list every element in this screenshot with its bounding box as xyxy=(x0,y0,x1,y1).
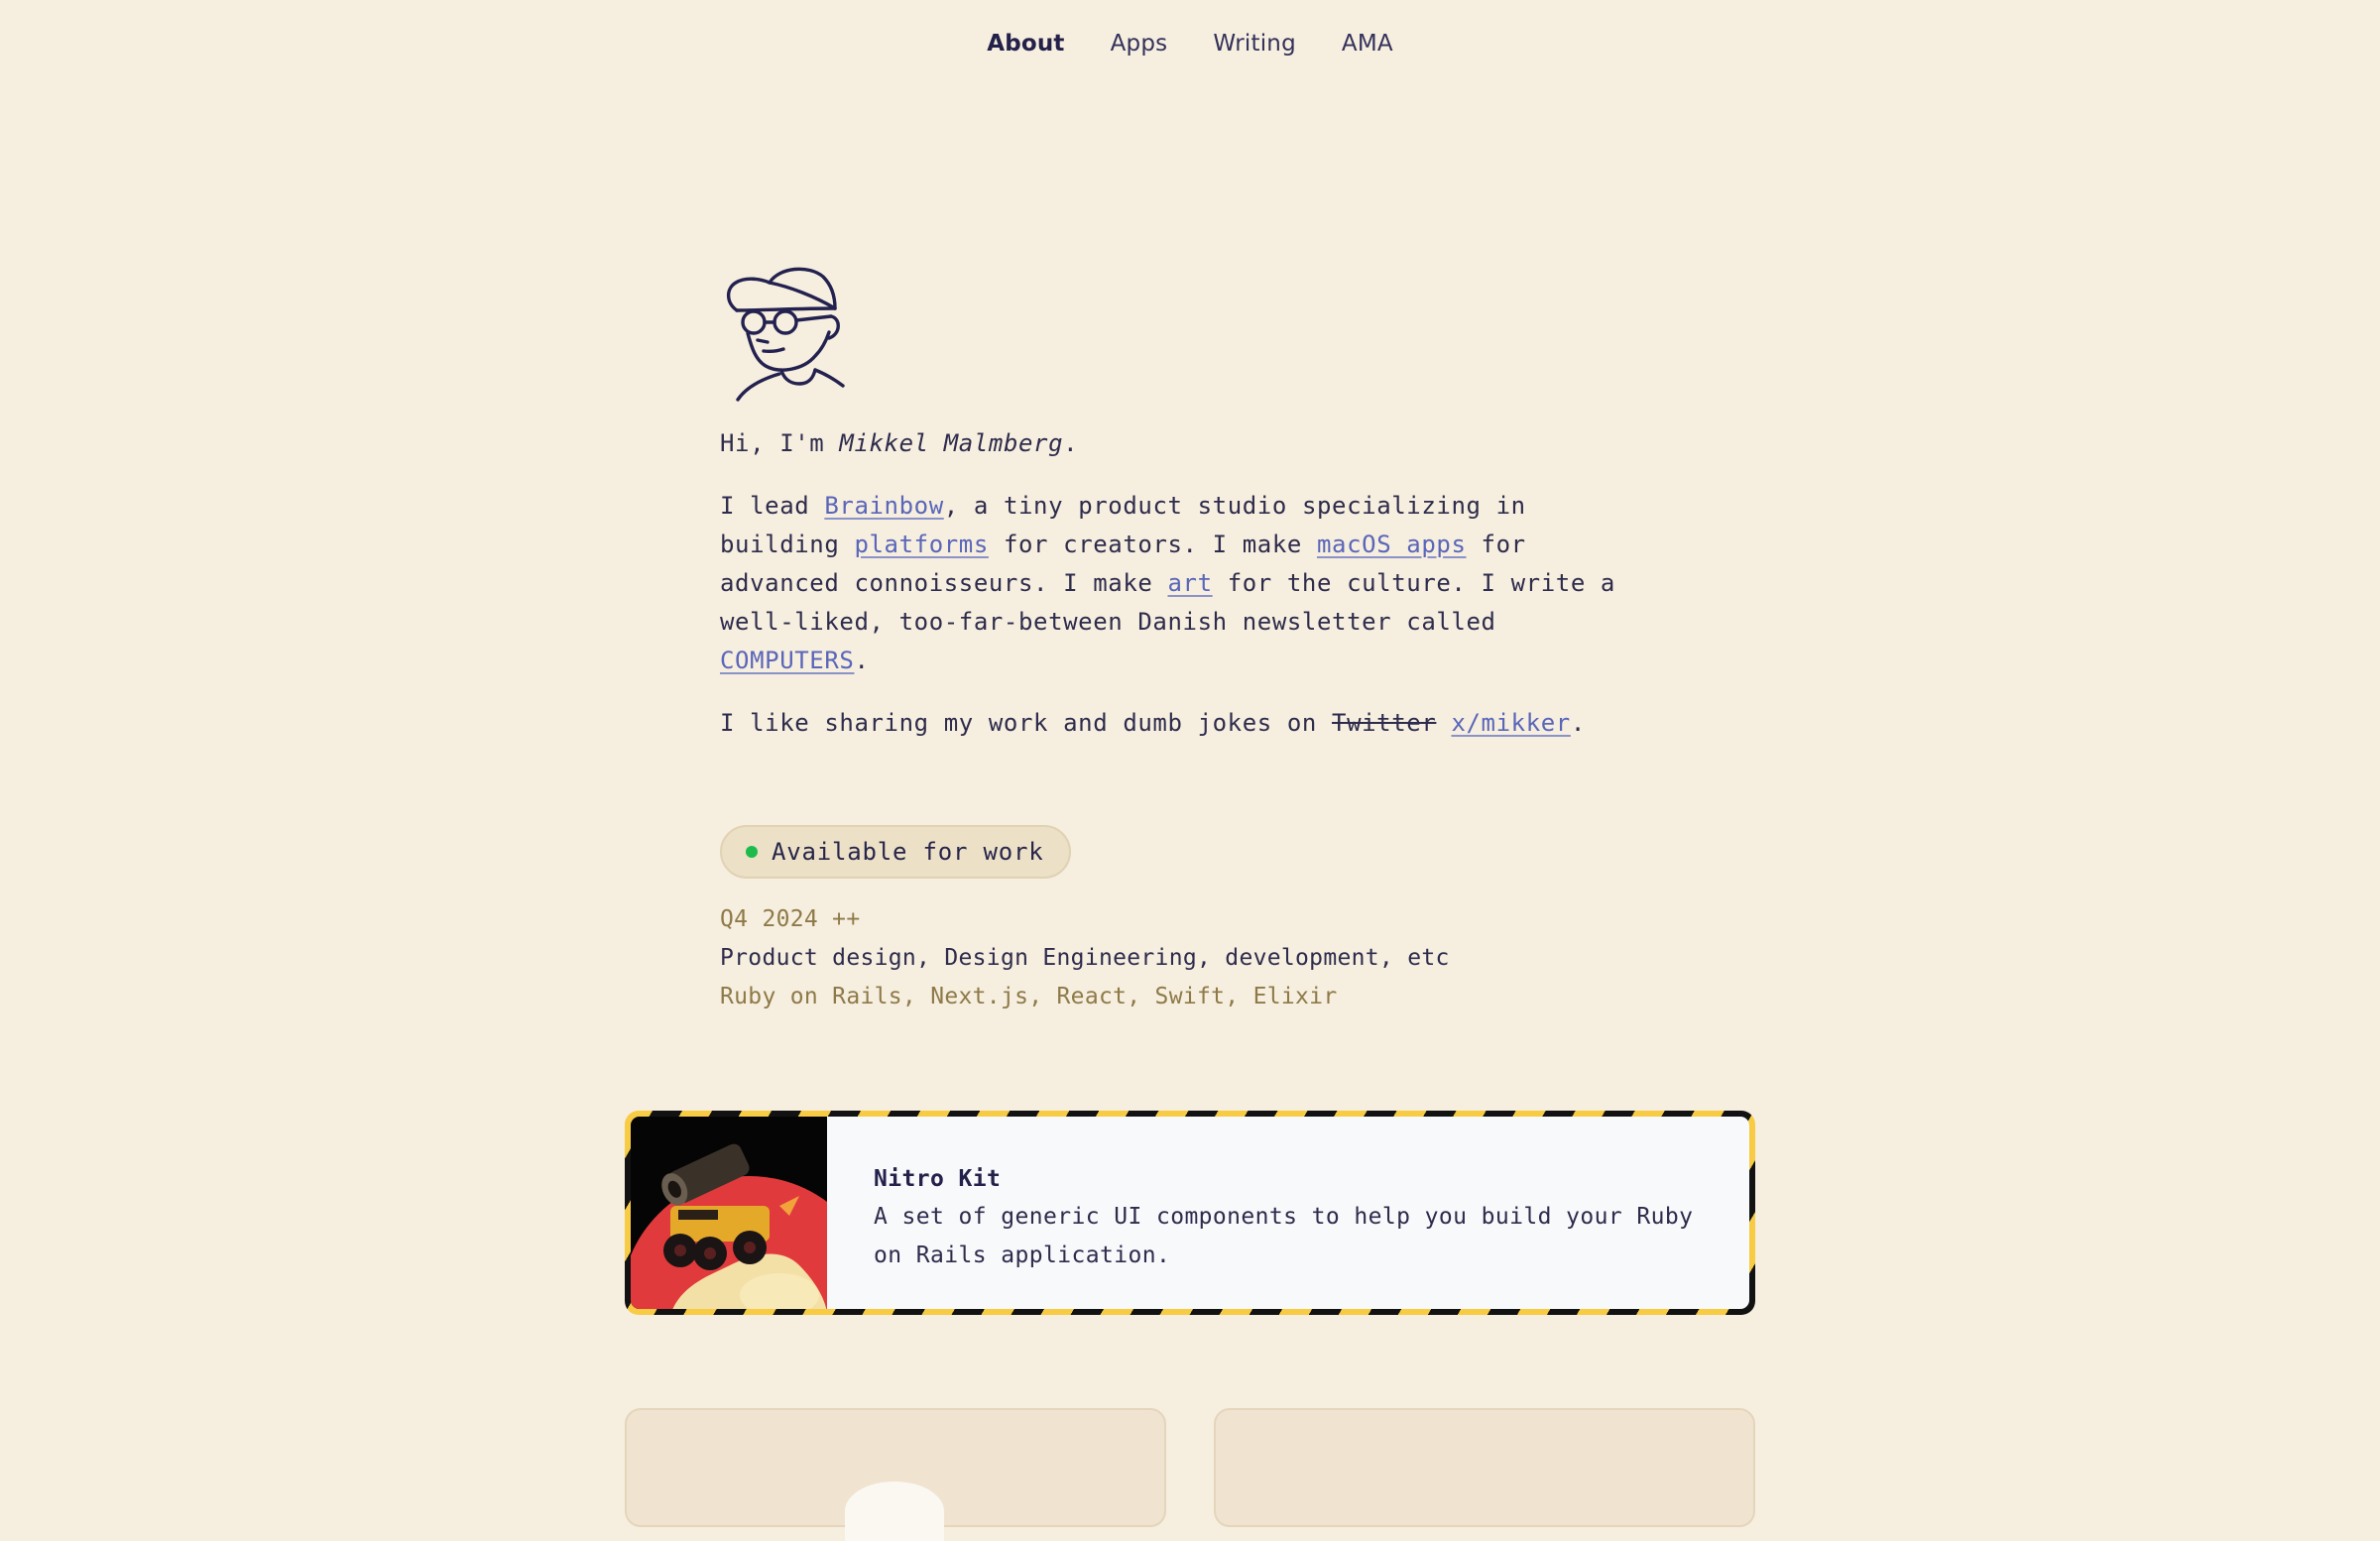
avatar-illustration xyxy=(726,267,845,402)
top-nav: About Apps Writing AMA xyxy=(0,0,2380,87)
availability-badge-label: Available for work xyxy=(772,838,1044,866)
art-link[interactable]: art xyxy=(1167,569,1212,597)
app-card-left[interactable] xyxy=(625,1408,1166,1541)
author-name: Mikkel Malmberg xyxy=(839,429,1064,457)
nitro-kit-image xyxy=(631,1117,827,1309)
twitter-struck-text: Twitter xyxy=(1332,709,1437,737)
nav-ama[interactable]: AMA xyxy=(1342,31,1393,57)
app-card-image xyxy=(845,1482,944,1541)
nav-apps[interactable]: Apps xyxy=(1111,31,1168,57)
social-paragraph: I like sharing my work and dumb jokes on… xyxy=(720,709,1586,737)
availability-date: Q4 2024 ++ xyxy=(720,906,861,932)
rocket-truck-illustration xyxy=(631,1117,827,1309)
nitro-kit-description: A set of generic UI components to help y… xyxy=(874,1204,1694,1268)
app-card-right[interactable] xyxy=(1214,1408,1755,1527)
availability-tech-stack: Ruby on Rails, Next.js, React, Swift, El… xyxy=(720,984,1338,1009)
status-dot-icon xyxy=(746,846,758,858)
brainbow-link[interactable]: Brainbow xyxy=(824,492,943,520)
nitro-kit-card-inner: Nitro Kit A set of generic UI components… xyxy=(631,1117,1749,1309)
availability-details: Q4 2024 ++ Product design, Design Engine… xyxy=(720,900,1450,1016)
computers-newsletter-link[interactable]: COMPUTERS xyxy=(720,647,854,674)
x-profile-link[interactable]: x/mikker xyxy=(1451,709,1570,737)
availability-services: Product design, Design Engineering, deve… xyxy=(720,945,1450,971)
platforms-link[interactable]: platforms xyxy=(854,531,988,558)
nitro-kit-title: Nitro Kit xyxy=(874,1166,1002,1192)
nav-writing[interactable]: Writing xyxy=(1213,31,1296,57)
greeting: Hi, I'm Mikkel Malmberg. xyxy=(720,429,1079,457)
nav-about[interactable]: About xyxy=(987,31,1064,57)
intro-text: Hi, I'm Mikkel Malmberg. I lead Brainbow… xyxy=(720,424,1652,767)
macos-apps-link[interactable]: macOS apps xyxy=(1317,531,1467,558)
nitro-kit-card[interactable]: Nitro Kit A set of generic UI components… xyxy=(625,1111,1755,1315)
nitro-kit-text: Nitro Kit A set of generic UI components… xyxy=(827,1117,1697,1309)
bio-paragraph: I lead Brainbow, a tiny product studio s… xyxy=(720,492,1615,674)
availability-badge: Available for work xyxy=(720,825,1071,879)
